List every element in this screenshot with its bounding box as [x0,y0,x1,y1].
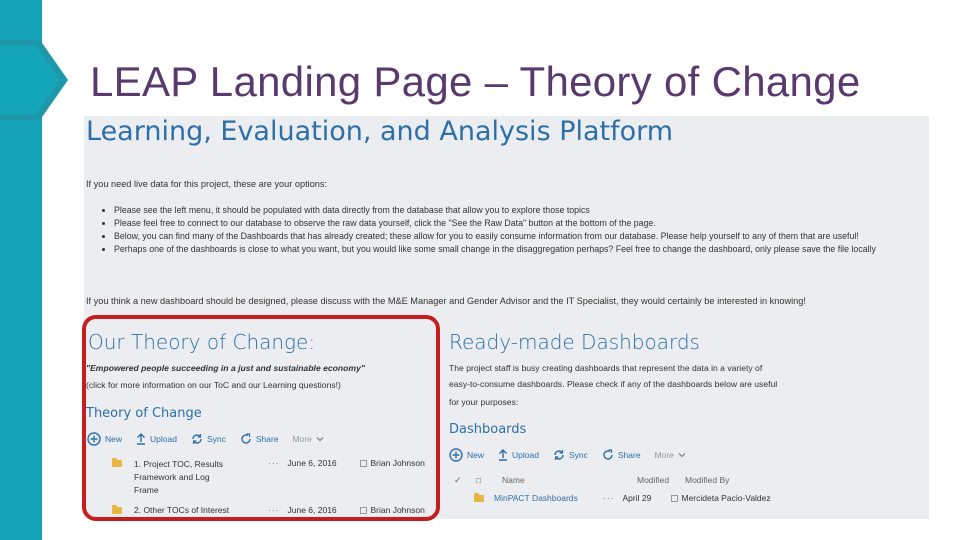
sync-button[interactable]: Sync [553,449,588,461]
upload-icon [499,449,508,461]
options-list: Please see the left menu, it should be p… [100,204,922,256]
upload-button[interactable]: Upload [498,449,539,461]
folder-icon [474,493,484,502]
modified-by: Mercideta Pacio-Valdez [681,493,771,503]
more-label: More [654,450,674,460]
list-item: Please feel free to connect to our datab… [114,217,922,230]
sync-label: Sync [568,450,588,460]
column-header-modified-by[interactable]: Modified By [685,475,729,486]
ellipsis-icon[interactable]: ··· [603,493,615,503]
more-button[interactable]: More [655,450,687,460]
column-header-name[interactable]: Name [502,475,637,486]
chevron-arrow-decoration [0,40,68,120]
checkbox-icon [670,495,678,502]
dashboards-toolbar: New Upload Sync Share More [449,447,687,463]
dashboards-description: easy-to-consume dashboards. Please check… [449,379,778,389]
file-name-link[interactable]: MinPACT Dashboards [494,493,595,503]
share-label: Share [617,450,641,460]
list-item: Below, you can find many of the Dashboar… [114,230,922,243]
upload-label: Upload [512,450,539,460]
column-header-row: ✓ □ Name Modified Modified By [454,475,729,486]
new-button[interactable]: New [449,448,484,462]
dashboards-heading: Ready-made Dashboards [449,330,700,354]
share-icon [603,449,613,460]
list-item: Perhaps one of the dashboards is close t… [114,243,922,256]
file-type-icon: □ [476,475,482,485]
new-label: New [467,450,485,460]
slide-title: LEAP Landing Page – Theory of Change [90,58,861,105]
dashboards-description: The project staff is busy creating dashb… [449,363,763,373]
list-item: Please see the left menu, it should be p… [114,204,922,217]
toc-highlight-box [82,315,440,521]
dashboards-library-title[interactable]: Dashboards [449,422,526,437]
new-dashboard-note: If you think a new dashboard should be d… [86,296,806,306]
modified-date: April 29 [622,493,652,503]
table-row[interactable]: MinPACT Dashboards ··· April 29 Mercidet… [474,493,771,503]
plus-circle-icon [449,448,463,462]
share-button[interactable]: Share [602,449,641,461]
chevron-down-icon [678,453,686,458]
dashboards-description: for your purposes: [449,397,519,407]
sync-icon [554,450,564,460]
column-header-modified[interactable]: Modified [637,475,685,486]
intro-text: If you need live data for this project, … [86,179,328,189]
check-icon[interactable]: ✓ [454,475,476,486]
platform-title: Learning, Evaluation, and Analysis Platf… [86,116,674,147]
